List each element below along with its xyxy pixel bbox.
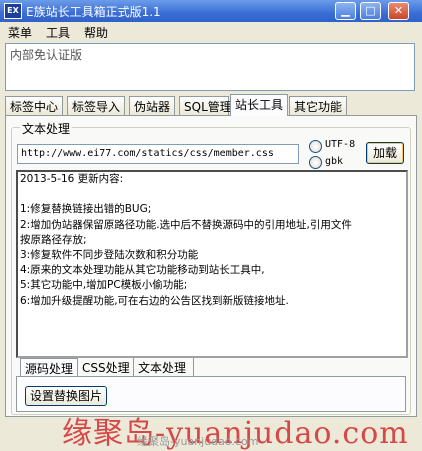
app-icon: EX [4, 3, 22, 19]
changelog-line: 1:修复替换链接出错的BUG; [20, 203, 152, 216]
main-tabs: 标签中心 标签导入 伪站器 SQL管理 站长工具 其它功能 [5, 94, 417, 116]
changelog-textarea[interactable]: 2013-5-16 更新内容: 1:修复替换链接出错的BUG; 2:增加伪站器保… [16, 170, 408, 358]
tab-sql-manage[interactable]: SQL管理 [179, 96, 232, 115]
sub-tabs: 源码处理 CSS处理 文本处理 [16, 358, 406, 376]
title-bar[interactable]: EX E族站长工具箱正式版1.1 ▁ □ ✕ [0, 0, 422, 22]
menu-item-menu[interactable]: 菜单 [8, 24, 32, 41]
tab-webmaster-tools[interactable]: 站长工具 [230, 94, 288, 116]
radio-gbk-label: gbk [325, 156, 344, 167]
window-title: E族站长工具箱正式版1.1 [26, 5, 161, 19]
changelog-line: 4:原来的文本处理功能从其它功能移动到站长工具中, [20, 264, 265, 277]
close-button[interactable]: ✕ [388, 2, 409, 20]
changelog-line: 2013-5-16 更新内容: [20, 173, 124, 185]
subtab-css-processing[interactable]: CSS处理 [78, 358, 134, 376]
changelog-line: 3:修复软件不同步登陆次数和积分功能 [20, 249, 199, 261]
subtab-text-processing[interactable]: 文本处理 [134, 358, 194, 376]
menu-item-tools[interactable]: 工具 [46, 24, 70, 41]
maximize-button[interactable]: □ [360, 2, 381, 20]
menu-item-help[interactable]: 帮助 [84, 24, 108, 41]
subtab-source-processing[interactable]: 源码处理 [20, 358, 78, 376]
tab-other-functions[interactable]: 其它功能 [289, 96, 347, 115]
menu-bar: 菜单 工具 帮助 [0, 22, 422, 41]
sub-tab-panel: 设置替换图片 [16, 376, 406, 412]
changelog-line: 2:增加伪站器保留原路径功能.选中后不替换源码中的引用地址,引用文件 [20, 218, 352, 231]
radio-utf8-label: UTF-8 [325, 139, 356, 150]
close-icon: ✕ [393, 4, 404, 17]
text-processing-group: 文本处理 http://www.ei77.com/statics/css/mem… [11, 120, 411, 415]
load-button[interactable]: 加载 [366, 142, 404, 164]
set-replace-image-button[interactable]: 设置替换图片 [25, 386, 107, 406]
changelog-line: 6:增加升级提醒功能,可在右边的公告区找到新版链接地址. [20, 294, 289, 307]
notice-box: 内部免认证版 [5, 43, 415, 91]
watermark-small: 缘聚岛-yuanjudao.com [137, 435, 259, 448]
url-input[interactable]: http://www.ei77.com/statics/css/member.c… [17, 144, 299, 164]
radio-utf8[interactable] [309, 140, 322, 153]
maximize-icon: □ [365, 4, 376, 17]
notice-text: 内部免认证版 [10, 48, 83, 62]
group-legend: 文本处理 [20, 120, 73, 137]
minimize-icon: ▁ [341, 4, 350, 17]
tab-tag-center[interactable]: 标签中心 [5, 96, 63, 115]
changelog-line: 按原路径存放; [20, 233, 87, 246]
changelog-line: 5:其它功能中,增加PC模板小偷功能; [20, 279, 188, 292]
minimize-button[interactable]: ▁ [335, 2, 356, 20]
tab-tag-import[interactable]: 标签导入 [67, 96, 125, 115]
tab-panel: 文本处理 http://www.ei77.com/statics/css/mem… [5, 115, 417, 417]
tab-fake-site[interactable]: 伪站器 [129, 96, 175, 115]
changelog-line [20, 187, 404, 202]
radio-gbk[interactable] [309, 156, 322, 169]
